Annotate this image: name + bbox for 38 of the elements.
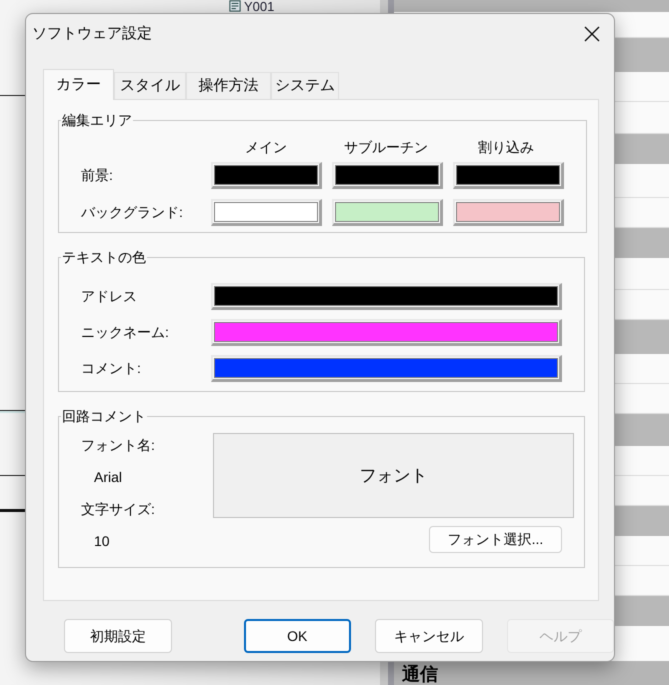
element-label: Y001: [244, 0, 274, 13]
tab[interactable]: システム: [271, 72, 339, 99]
group-title: 回路コメント: [61, 407, 147, 426]
group-title: テキストの色: [61, 248, 147, 267]
dialog-button[interactable]: 初期設定: [64, 619, 172, 653]
color-swatch[interactable]: [332, 199, 443, 226]
column-header: 割り込み: [477, 138, 535, 157]
field-label: フォント名:: [81, 436, 156, 455]
row-label: 前景:: [81, 166, 114, 185]
row-label: ニックネーム:: [81, 323, 170, 342]
font-select-button[interactable]: フォント選択...: [429, 526, 562, 553]
row-label: アドレス: [81, 287, 138, 306]
close-icon[interactable]: [584, 26, 600, 42]
tab[interactable]: スタイル: [114, 72, 186, 99]
font-name-value: Arial: [93, 468, 124, 487]
font-size-value: 10: [93, 532, 111, 551]
tab[interactable]: カラー: [43, 69, 114, 100]
column-header: サブルーチン: [343, 138, 429, 157]
window-title: ソフトウェア設定: [32, 24, 152, 44]
diagram-icon: [229, 0, 241, 12]
dialog-button[interactable]: キャンセル: [375, 619, 483, 653]
tab[interactable]: 操作方法: [186, 72, 271, 99]
color-swatch[interactable]: [211, 162, 322, 189]
color-swatch[interactable]: [453, 162, 564, 189]
row-label: コメント:: [81, 359, 142, 378]
group-title: 編集エリア: [61, 111, 133, 130]
color-swatch[interactable]: [211, 283, 562, 310]
color-swatch[interactable]: [211, 199, 322, 226]
color-swatch[interactable]: [211, 355, 562, 382]
field-label: 文字サイズ:: [81, 500, 156, 519]
row-label: バックグランド:: [81, 203, 184, 222]
dialog-button[interactable]: OK: [244, 619, 352, 653]
preview-text: フォント: [360, 464, 428, 487]
column-header: メイン: [244, 138, 288, 157]
color-swatch[interactable]: [332, 162, 443, 189]
section-header: 通信: [402, 665, 439, 683]
color-swatch[interactable]: [453, 199, 564, 226]
color-swatch[interactable]: [211, 319, 562, 346]
